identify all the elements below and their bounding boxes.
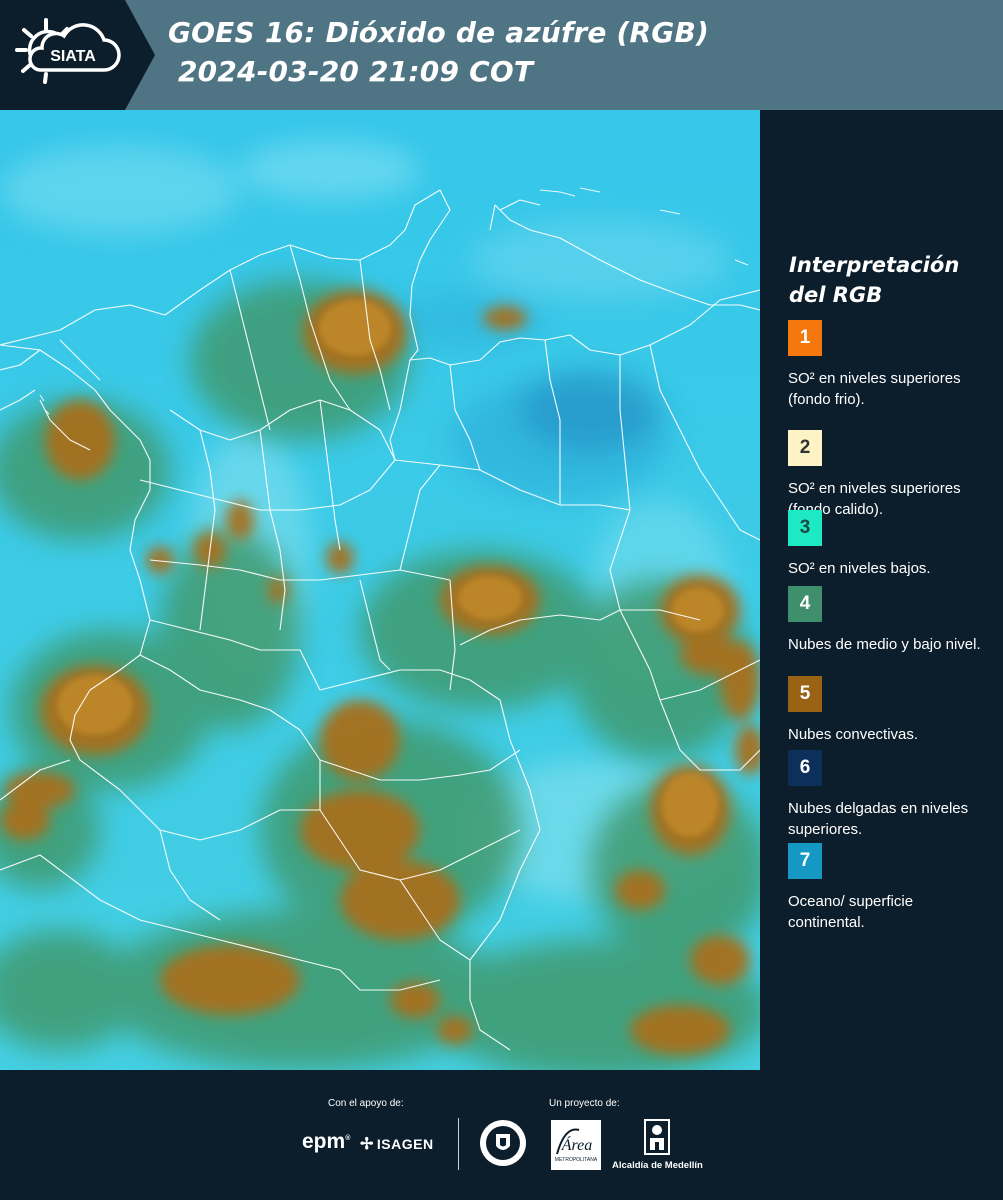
legend-item-2: 2 SO² en niveles superiores (fondo calido… <box>788 430 988 520</box>
footer-divider <box>458 1118 459 1170</box>
legend-swatch: 5 <box>788 676 822 712</box>
project-label: Un proyecto de: <box>549 1098 620 1109</box>
legend-item-3: 3 SO² en niveles bajos. <box>788 510 988 579</box>
support-label: Con el apoyo de: <box>328 1098 404 1109</box>
legend-item-5: 5 Nubes convectivas. <box>788 676 988 745</box>
area-metropolitana-logo: Área METROPOLITANA <box>551 1120 601 1170</box>
legend-description: Nubes de medio y bajo nivel. <box>788 636 981 653</box>
alcaldia-label: Alcaldía de Medellín <box>612 1160 703 1171</box>
svg-text:SIATA: SIATA <box>50 48 96 65</box>
legend-swatch: 4 <box>788 586 822 622</box>
epm-logo: epm® <box>302 1130 351 1153</box>
legend-swatch: 6 <box>788 750 822 786</box>
medellin-seal-logo <box>478 1118 528 1168</box>
siata-logo: SIATA <box>0 0 155 110</box>
footer-bar: Con el apoyo de: Un proyecto de: epm® ✢ I… <box>0 1070 1003 1200</box>
isagen-logo: ✢ ISAGEN <box>360 1136 434 1153</box>
legend-description: Nubes delgadas en niveles superiores. <box>788 800 969 838</box>
legend-description: SO² en niveles superiores (fondo frio). <box>788 370 961 408</box>
legend-item-7: 7 Oceano/ superficie continental. <box>788 843 988 933</box>
legend-title: Interpretación del RGB <box>789 253 960 307</box>
timestamp-title: 2024-03-20 21:09 COT <box>178 55 534 88</box>
legend-description: SO² en niveles bajos. <box>788 560 931 577</box>
page-title: GOES 16: Dióxido de azúfre (RGB) <box>168 16 710 49</box>
satellite-map <box>0 110 760 1070</box>
alcaldia-medellin-logo: Alcaldía de Medellín <box>612 1118 703 1172</box>
legend-description: Oceano/ superficie continental. <box>788 893 914 931</box>
svg-text:METROPOLITANA: METROPOLITANA <box>555 1157 598 1163</box>
legend-swatch: 2 <box>788 430 822 466</box>
legend-swatch: 3 <box>788 510 822 546</box>
legend-panel: Interpretación del RGB 1 SO² en niveles s… <box>760 110 1003 1070</box>
legend-description: Nubes convectivas. <box>788 726 919 743</box>
header-bar: SIATA GOES 16: Dióxido de azúfre (RGB) 2… <box>0 0 1003 110</box>
legend-swatch: 7 <box>788 843 822 879</box>
legend-item-6: 6 Nubes delgadas en niveles superiores. <box>788 750 988 840</box>
legend-item-4: 4 Nubes de medio y bajo nivel. <box>788 586 988 655</box>
legend-swatch: 1 <box>788 320 822 356</box>
svg-text:Área: Área <box>561 1135 593 1154</box>
legend-item-1: 1 SO² en niveles superiores (fondo frio). <box>788 320 988 410</box>
